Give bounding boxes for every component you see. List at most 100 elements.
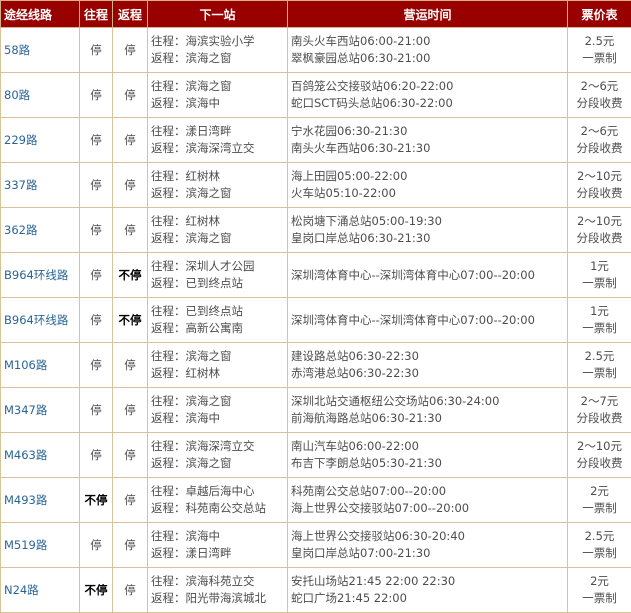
next-stop-cell: 往程：红树林返程：滨海之窗 bbox=[148, 163, 288, 208]
next-stop-inbound: 返程：阳光带海滨城北 bbox=[151, 590, 284, 607]
fare-cell: 2～10元分段收费 bbox=[568, 208, 631, 253]
fare-cell: 2.5元一票制 bbox=[568, 343, 631, 388]
fare-cell: 2～10元分段收费 bbox=[568, 433, 631, 478]
next-stop-outbound: 往程：红树林 bbox=[151, 213, 284, 230]
inbound-stop-status: 停 bbox=[113, 163, 148, 208]
next-stop-outbound: 往程：深圳人才公园 bbox=[151, 258, 284, 275]
hours-line-1: 深圳湾体育中心--深圳湾体育中心07:00--20:00 bbox=[291, 312, 564, 329]
inbound-stop-status: 停 bbox=[113, 118, 148, 163]
outbound-stop-status: 停 bbox=[80, 253, 113, 298]
next-stop-outbound: 往程：滨海中 bbox=[151, 528, 284, 545]
next-stop-cell: 往程：滨海中返程：漾日湾畔 bbox=[148, 523, 288, 568]
fare-cell: 2～6元分段收费 bbox=[568, 73, 631, 118]
next-stop-inbound: 返程：红树林 bbox=[151, 365, 284, 382]
route-name-link[interactable]: M463路 bbox=[1, 433, 80, 478]
outbound-stop-status: 停 bbox=[80, 523, 113, 568]
fare-type: 一票制 bbox=[568, 320, 631, 337]
fare-amount: 2～6元 bbox=[568, 123, 631, 140]
route-name-link[interactable]: B964环线路 bbox=[1, 298, 80, 343]
fare-amount: 1元 bbox=[568, 303, 631, 320]
route-name-link[interactable]: M519路 bbox=[1, 523, 80, 568]
hours-line-1: 南头火车西站06:00-21:00 bbox=[291, 33, 564, 50]
route-name-link[interactable]: M493路 bbox=[1, 478, 80, 523]
next-stop-outbound: 往程：已到终点站 bbox=[151, 303, 284, 320]
header-outbound: 往程 bbox=[80, 1, 113, 28]
next-stop-outbound: 往程：海滨实验小学 bbox=[151, 33, 284, 50]
bus-routes-table: 途经线路 往程 返程 下一站 营运时间 票价表 58路停停往程：海滨实验小学返程… bbox=[0, 0, 631, 613]
next-stop-cell: 往程：滨海之窗返程：红树林 bbox=[148, 343, 288, 388]
next-stop-outbound: 往程：滨海之窗 bbox=[151, 393, 284, 410]
route-name-link[interactable]: M106路 bbox=[1, 343, 80, 388]
route-name-link[interactable]: 229路 bbox=[1, 118, 80, 163]
fare-amount: 1元 bbox=[568, 258, 631, 275]
header-next-stop: 下一站 bbox=[148, 1, 288, 28]
hours-cell: 深圳北站交通枢纽公交场站06:30-24:00前海航海路总站06:30-21:3… bbox=[288, 388, 568, 433]
fare-type: 一票制 bbox=[568, 50, 631, 67]
outbound-stop-status: 停 bbox=[80, 343, 113, 388]
hours-cell: 南山汽车站06:00-22:00布吉下李朗总站05:30-21:30 bbox=[288, 433, 568, 478]
hours-cell: 海上世界公交接驳站06:30-20:40皇岗口岸总站07:00-21:30 bbox=[288, 523, 568, 568]
hours-cell: 海上田园05:00-22:00火车站05:10-22:00 bbox=[288, 163, 568, 208]
fare-type: 一票制 bbox=[568, 545, 631, 562]
next-stop-cell: 往程：滨海深湾立交返程：滨海之窗 bbox=[148, 433, 288, 478]
table-row: N24路不停停往程：滨海科苑立交返程：阳光带海滨城北安托山场站21:45 22:… bbox=[1, 568, 631, 613]
fare-amount: 2～10元 bbox=[568, 213, 631, 230]
fare-type: 分段收费 bbox=[568, 410, 631, 427]
header-route: 途经线路 bbox=[1, 1, 80, 28]
fare-cell: 2元一票制 bbox=[568, 568, 631, 613]
inbound-stop-status: 不停 bbox=[113, 253, 148, 298]
inbound-stop-status: 停 bbox=[113, 208, 148, 253]
table-row: 229路停停往程：漾日湾畔返程：滨海深湾立交宁水花园06:30-21:30南头火… bbox=[1, 118, 631, 163]
hours-cell: 深圳湾体育中心--深圳湾体育中心07:00--20:00 bbox=[288, 253, 568, 298]
hours-cell: 南头火车西站06:00-21:00翠枫豪园总站06:30-21:00 bbox=[288, 28, 568, 73]
inbound-stop-status: 不停 bbox=[113, 298, 148, 343]
outbound-stop-status: 停 bbox=[80, 118, 113, 163]
table-row: B964环线路停不停往程：已到终点站返程：高新公寓南深圳湾体育中心--深圳湾体育… bbox=[1, 298, 631, 343]
fare-cell: 2～10元分段收费 bbox=[568, 163, 631, 208]
table-row: 80路停停往程：滨海之窗返程：滨海中百鸽笼公交接驳站06:20-22:00蛇口S… bbox=[1, 73, 631, 118]
fare-type: 一票制 bbox=[568, 275, 631, 292]
route-name-link[interactable]: N24路 bbox=[1, 568, 80, 613]
outbound-stop-status: 停 bbox=[80, 208, 113, 253]
fare-type: 分段收费 bbox=[568, 95, 631, 112]
inbound-stop-status: 停 bbox=[113, 523, 148, 568]
next-stop-inbound: 返程：漾日湾畔 bbox=[151, 545, 284, 562]
fare-cell: 1元一票制 bbox=[568, 298, 631, 343]
fare-cell: 1元一票制 bbox=[568, 253, 631, 298]
next-stop-inbound: 返程：滨海深湾立交 bbox=[151, 140, 284, 157]
outbound-stop-status: 停 bbox=[80, 298, 113, 343]
hours-line-2: 赤湾港总站06:30-22:30 bbox=[291, 365, 564, 382]
route-name-link[interactable]: M347路 bbox=[1, 388, 80, 433]
table-row: M519路停停往程：滨海中返程：漾日湾畔海上世界公交接驳站06:30-20:40… bbox=[1, 523, 631, 568]
fare-amount: 2元 bbox=[568, 573, 631, 590]
hours-cell: 安托山场站21:45 22:00 22:30蛇口广场21:45 22:00 bbox=[288, 568, 568, 613]
hours-line-2: 皇岗口岸总站06:30-21:30 bbox=[291, 230, 564, 247]
header-inbound: 返程 bbox=[113, 1, 148, 28]
route-name-link[interactable]: 337路 bbox=[1, 163, 80, 208]
next-stop-inbound: 返程：滨海之窗 bbox=[151, 50, 284, 67]
inbound-stop-status: 停 bbox=[113, 28, 148, 73]
fare-amount: 2.5元 bbox=[568, 348, 631, 365]
next-stop-cell: 往程：滨海之窗返程：滨海中 bbox=[148, 388, 288, 433]
next-stop-inbound: 返程：滨海之窗 bbox=[151, 185, 284, 202]
next-stop-cell: 往程：卓越后海中心返程：科苑南公交总站 bbox=[148, 478, 288, 523]
fare-amount: 2～10元 bbox=[568, 168, 631, 185]
route-name-link[interactable]: B964环线路 bbox=[1, 253, 80, 298]
hours-line-1: 宁水花园06:30-21:30 bbox=[291, 123, 564, 140]
table-row: 362路停停往程：红树林返程：滨海之窗松岗塘下涌总站05:00-19:30皇岗口… bbox=[1, 208, 631, 253]
route-name-link[interactable]: 58路 bbox=[1, 28, 80, 73]
header-fare: 票价表 bbox=[568, 1, 631, 28]
hours-line-1: 安托山场站21:45 22:00 22:30 bbox=[291, 573, 564, 590]
route-name-link[interactable]: 362路 bbox=[1, 208, 80, 253]
hours-line-2: 翠枫豪园总站06:30-21:00 bbox=[291, 50, 564, 67]
next-stop-outbound: 往程：滨海之窗 bbox=[151, 78, 284, 95]
hours-line-2: 蛇口广场21:45 22:00 bbox=[291, 590, 564, 607]
table-row: B964环线路停不停往程：深圳人才公园返程：已到终点站深圳湾体育中心--深圳湾体… bbox=[1, 253, 631, 298]
hours-line-2: 皇岗口岸总站07:00-21:30 bbox=[291, 545, 564, 562]
fare-cell: 2.5元一票制 bbox=[568, 523, 631, 568]
route-name-link[interactable]: 80路 bbox=[1, 73, 80, 118]
hours-cell: 松岗塘下涌总站05:00-19:30皇岗口岸总站06:30-21:30 bbox=[288, 208, 568, 253]
table-row: M106路停停往程：滨海之窗返程：红树林建设路总站06:30-22:30赤湾港总… bbox=[1, 343, 631, 388]
next-stop-inbound: 返程：滨海之窗 bbox=[151, 230, 284, 247]
fare-type: 分段收费 bbox=[568, 140, 631, 157]
